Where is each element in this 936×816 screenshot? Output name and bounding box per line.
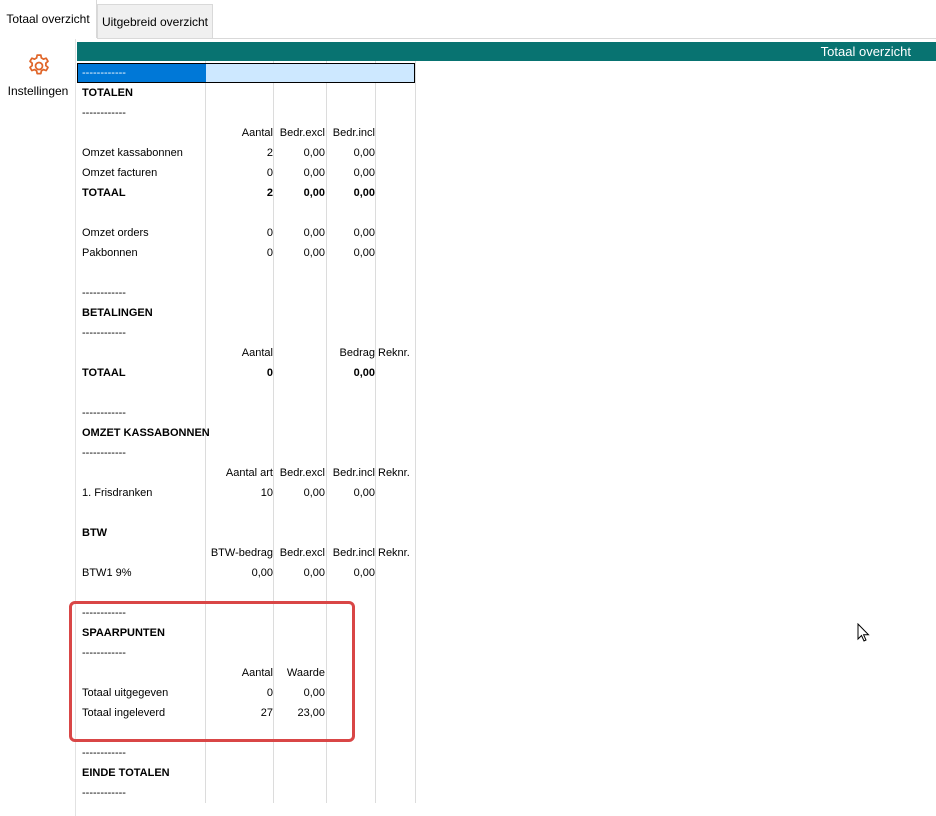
- cell-excl: 0,00: [303, 187, 325, 199]
- cell-aantal: 2: [266, 147, 273, 159]
- mouse-cursor-icon: [857, 623, 870, 642]
- cell-aantal: 0: [266, 247, 273, 259]
- sidebar: Instellingen: [0, 39, 76, 816]
- tab-bar: Totaal overzicht Uitgebreid overzicht: [0, 0, 936, 39]
- cell-incl: 0,00: [353, 567, 375, 579]
- table-row[interactable]: TOTALEN: [77, 83, 417, 103]
- table-row[interactable]: Aantal Bedrag Reknr.: [77, 343, 417, 363]
- tab-uitgebreid-overzicht[interactable]: Uitgebreid overzicht: [97, 4, 213, 38]
- table-row[interactable]: ------------: [77, 103, 417, 123]
- row-label: Omzet kassabonnen: [82, 147, 183, 159]
- table-row[interactable]: OMZET KASSABONNEN: [77, 423, 417, 443]
- cell-bedrag: 0,00: [251, 567, 273, 579]
- table-row[interactable]: BTW-bedrag Bedr.excl Bedr.incl Reknr.: [77, 543, 417, 563]
- row-label: Omzet orders: [82, 227, 149, 239]
- separator: ------------: [82, 327, 126, 339]
- table-row[interactable]: TOTAAL 2 0,00 0,00: [77, 183, 417, 203]
- column-header: Aantal: [241, 347, 273, 359]
- cell-excl: 0,00: [303, 247, 325, 259]
- table-row[interactable]: ------------: [77, 743, 417, 763]
- row-label: TOTAAL: [82, 187, 126, 199]
- column-header: Reknr.: [378, 347, 410, 359]
- table-row[interactable]: ------------: [77, 283, 417, 303]
- separator: ------------: [82, 747, 126, 759]
- table-row[interactable]: BTW1 9% 0,00 0,00 0,00: [77, 563, 417, 583]
- section-title: BTW: [82, 527, 108, 539]
- column-header: Bedr.incl: [332, 467, 375, 479]
- table-row[interactable]: EINDE TOTALEN: [77, 763, 417, 783]
- column-header: Bedr.excl: [279, 547, 325, 559]
- table-row[interactable]: 1. Frisdranken 10 0,00 0,00: [77, 483, 417, 503]
- table-row[interactable]: Omzet orders 0 0,00 0,00: [77, 223, 417, 243]
- column-header: Reknr.: [378, 547, 410, 559]
- cell-incl: 0,00: [353, 187, 375, 199]
- table-row[interactable]: ------------: [77, 323, 417, 343]
- table-row[interactable]: ------------: [77, 403, 417, 423]
- section-title: TOTALEN: [82, 87, 133, 99]
- selected-row[interactable]: ------------: [77, 63, 415, 83]
- section-title: BETALINGEN: [82, 307, 153, 319]
- cell-excl: 0,00: [303, 487, 325, 499]
- settings-label: Instellingen: [7, 84, 69, 98]
- gear-icon: [29, 54, 49, 75]
- column-header: Bedr.incl: [332, 547, 375, 559]
- column-header: Aantal art: [225, 467, 273, 479]
- cell-excl: 0,00: [303, 567, 325, 579]
- settings-button[interactable]: Instellingen: [0, 39, 76, 103]
- row-label: TOTAAL: [82, 367, 126, 379]
- tab-totaal-overzicht[interactable]: Totaal overzicht: [0, 0, 97, 38]
- separator: ------------: [82, 787, 126, 799]
- table-row[interactable]: TOTAAL 0 0,00: [77, 363, 417, 383]
- table-row[interactable]: ------------: [77, 443, 417, 463]
- cell-excl: 0,00: [303, 147, 325, 159]
- cell-incl: 0,00: [353, 167, 375, 179]
- column-header: Reknr.: [378, 467, 410, 479]
- cell-aantal: 10: [260, 487, 273, 499]
- table-row[interactable]: BTW: [77, 523, 417, 543]
- section-title: EINDE TOTALEN: [82, 767, 170, 779]
- cell-excl: 0,00: [303, 227, 325, 239]
- column-header: Bedr.excl: [279, 127, 325, 139]
- cell-aantal: 0: [266, 227, 273, 239]
- row-label: 1. Frisdranken: [82, 487, 153, 499]
- column-header: BTW-bedrag: [210, 547, 273, 559]
- row-label: BTW1 9%: [82, 567, 132, 579]
- table-row[interactable]: Omzet kassabonnen 2 0,00 0,00: [77, 143, 417, 163]
- cell-aantal: 0: [266, 167, 273, 179]
- tab-divider: [97, 38, 936, 39]
- cell-bedrag: 0,00: [353, 367, 375, 379]
- cell-incl: 0,00: [353, 487, 375, 499]
- table-row[interactable]: Aantal art Bedr.excl Bedr.incl Reknr.: [77, 463, 417, 483]
- column-header: Aantal: [241, 127, 273, 139]
- page-title: Totaal overzicht: [820, 44, 911, 59]
- table-row[interactable]: Pakbonnen 0 0,00 0,00: [77, 243, 417, 263]
- row-label: Omzet facturen: [82, 167, 158, 179]
- section-title: OMZET KASSABONNEN: [82, 427, 210, 439]
- separator: ------------: [82, 287, 126, 299]
- column-header: Bedr.excl: [279, 467, 325, 479]
- cell-incl: 0,00: [353, 247, 375, 259]
- cell-aantal: 2: [266, 187, 273, 199]
- table-row[interactable]: Aantal Bedr.excl Bedr.incl: [77, 123, 417, 143]
- table-row[interactable]: ------------: [77, 783, 417, 803]
- cell-excl: 0,00: [303, 167, 325, 179]
- cell-incl: 0,00: [353, 147, 375, 159]
- highlight-box: [69, 601, 355, 742]
- column-header: Bedr.incl: [332, 127, 375, 139]
- cell-incl: 0,00: [353, 227, 375, 239]
- table-row[interactable]: Omzet facturen 0 0,00 0,00: [77, 163, 417, 183]
- row-label: Pakbonnen: [82, 247, 138, 259]
- column-header: Bedrag: [339, 347, 375, 359]
- separator: ------------: [82, 107, 126, 119]
- separator: ------------: [82, 447, 126, 459]
- selected-cell[interactable]: ------------: [78, 64, 206, 82]
- cell-aantal: 0: [266, 367, 273, 379]
- page-header: Totaal overzicht: [77, 42, 936, 61]
- table-row[interactable]: BETALINGEN: [77, 303, 417, 323]
- separator: ------------: [82, 407, 126, 419]
